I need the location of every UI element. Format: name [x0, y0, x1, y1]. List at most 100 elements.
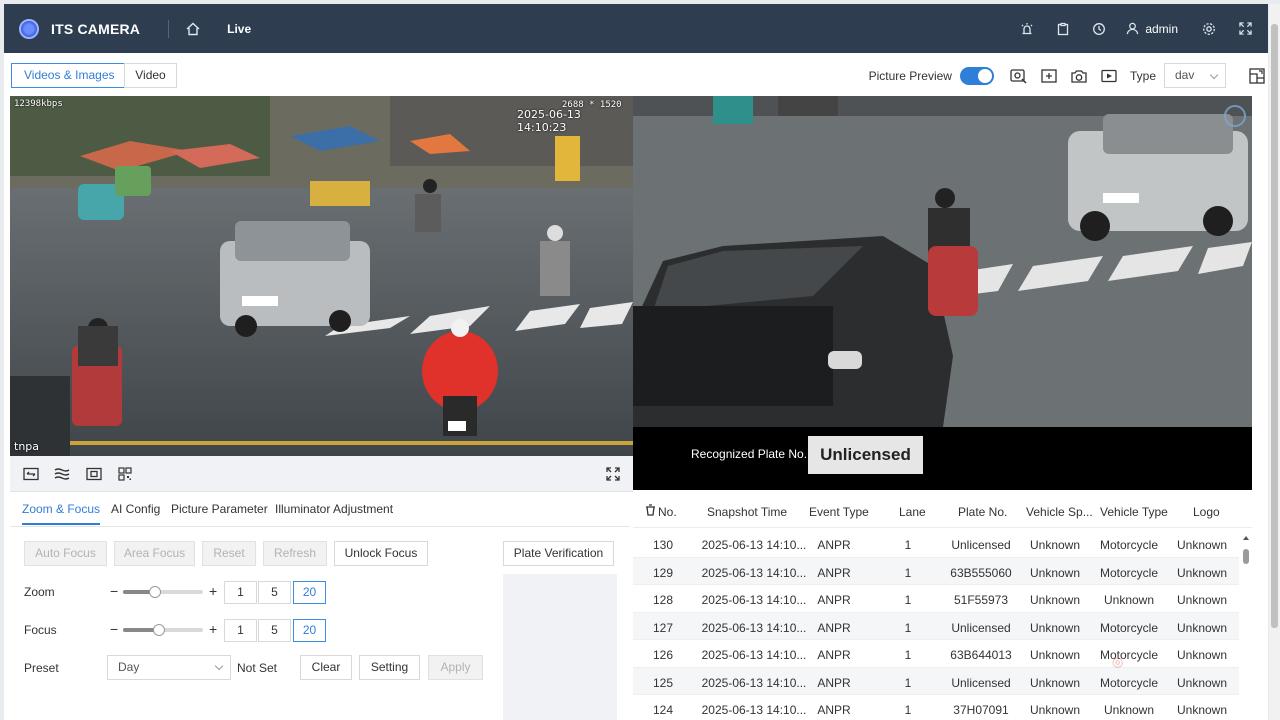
stream-switch-icon[interactable] [22, 466, 40, 482]
cell-plate-no: 63B555060 [950, 565, 1012, 580]
tab-videos-images[interactable]: Videos & Images [11, 63, 128, 88]
zoom-step-20[interactable]: 20 [293, 581, 326, 604]
picture-preview-label: Picture Preview [868, 68, 952, 83]
cell-vehicle-speed: Unknown [1029, 703, 1081, 717]
green-car [115, 166, 151, 196]
col-lane[interactable]: Lane [899, 505, 926, 519]
tab-ai-config[interactable]: AI Config [111, 502, 160, 516]
picture-preview-toggle[interactable] [959, 66, 994, 85]
tab-picture-parameter[interactable]: Picture Parameter [171, 502, 268, 516]
scroll-up-arrow-icon[interactable] [1242, 534, 1250, 542]
unlock-focus-button[interactable]: Unlock Focus [334, 541, 428, 566]
table-row[interactable]: 129 2025-06-13 14:10... ANPR 1 63B555060 Unkn… [633, 557, 1239, 585]
focus-slider-knob[interactable] [153, 624, 165, 636]
type-select[interactable]: dav [1164, 63, 1226, 88]
header-actions: admin [1018, 4, 1268, 53]
tab-zoom-focus[interactable]: Zoom & Focus [22, 502, 101, 525]
cell-snapshot-time: 2025-06-13 14:10... [701, 675, 807, 690]
username: admin [1145, 21, 1178, 36]
col-plate-no[interactable]: Plate No. [958, 505, 1007, 519]
zoom-plus-button[interactable]: + [209, 583, 217, 599]
plate-verification-button[interactable]: Plate Verification [503, 541, 614, 566]
cell-vehicle-speed: Unknown [1029, 565, 1081, 580]
apply-button[interactable]: Apply [428, 655, 483, 680]
reset-button[interactable]: Reset [202, 541, 256, 566]
cell-vehicle-type: Motorcycle [1099, 538, 1159, 552]
tab-video[interactable]: Video [124, 63, 177, 88]
col-event-type[interactable]: Event Type [809, 505, 869, 519]
qr-code-icon[interactable] [116, 466, 134, 482]
col-vehicle-speed[interactable]: Vehicle Sp... [1026, 505, 1093, 519]
cell-no: 124 [652, 703, 674, 717]
table-row[interactable]: 127 2025-06-13 14:10... ANPR 1 Unlicensed Unk… [633, 612, 1239, 640]
snapshot-icon[interactable] [1070, 67, 1088, 85]
area-focus-button[interactable]: Area Focus [114, 541, 195, 566]
focus-step-5[interactable]: 5 [258, 619, 291, 642]
live-toolbar: Videos & Images Video Picture Preview Ty… [4, 53, 1268, 96]
snapshot-preview[interactable] [633, 96, 1252, 427]
layout-icon[interactable] [1248, 67, 1266, 85]
refresh-button[interactable]: Refresh [263, 541, 327, 566]
auto-focus-button[interactable]: Auto Focus [24, 541, 107, 566]
col-logo[interactable]: Logo [1193, 505, 1220, 519]
snapshot-records-table: No. Snapshot Time Event Type Lane Plate … [633, 490, 1252, 720]
table-row[interactable]: 124 2025-06-13 14:10... ANPR 1 37H07091 Unkno… [633, 695, 1239, 720]
preset-select[interactable]: Day [107, 655, 231, 680]
video-timestamp: 2025-06-13 14:10:23 [517, 108, 581, 134]
app-window: ITS CAMERA Live admin Videos & Images Vi… [4, 4, 1268, 720]
table-row[interactable]: 126 2025-06-13 14:10... ANPR 1 63B644013 Unkn… [633, 640, 1239, 668]
col-vehicle-type[interactable]: Vehicle Type [1100, 505, 1168, 519]
focus-plus-button[interactable]: + [209, 621, 217, 637]
zoom-step-5[interactable]: 5 [258, 581, 291, 604]
expand-video-icon[interactable] [604, 466, 622, 482]
alarm-icon[interactable] [1018, 20, 1036, 38]
cell-vehicle-speed: Unknown [1029, 675, 1081, 690]
zoom-slider[interactable] [123, 586, 203, 598]
page-scroll-thumb[interactable] [1271, 24, 1278, 628]
zoom-step-1[interactable]: 1 [224, 581, 257, 604]
gear-icon[interactable] [1200, 20, 1218, 38]
user-icon [1127, 22, 1139, 35]
cell-snapshot-time: 2025-06-13 14:10... [701, 620, 807, 635]
digital-zoom-icon[interactable] [85, 466, 103, 482]
defog-icon[interactable] [53, 466, 71, 482]
header-divider [168, 19, 170, 38]
table-row[interactable]: 128 2025-06-13 14:10... ANPR 1 51F55973 Unkno… [633, 585, 1239, 613]
table-scrollbar[interactable] [1242, 531, 1250, 720]
region-icon[interactable] [1040, 67, 1058, 85]
nav-live[interactable]: Live [227, 22, 251, 36]
live-video-overview[interactable]: 12398kbps 2688 * 1520 2025-06-13 14:10:2… [10, 96, 633, 456]
cell-snapshot-time: 2025-06-13 14:10... [701, 593, 807, 607]
table-row[interactable]: 130 2025-06-13 14:10... ANPR 1 Unlicensed Unk… [633, 530, 1239, 558]
image-search-icon[interactable] [1010, 67, 1028, 85]
logo-watermark: ◎ [1112, 654, 1126, 669]
trash-icon[interactable] [645, 504, 656, 516]
zoom-slider-knob[interactable] [149, 586, 161, 598]
fullscreen-icon[interactable] [1236, 20, 1254, 38]
focus-slider[interactable] [123, 624, 203, 636]
clipboard-icon[interactable] [1054, 20, 1072, 38]
focus-minus-button[interactable]: − [110, 621, 118, 637]
focus-step-1[interactable]: 1 [224, 619, 257, 642]
snapshot-image [633, 96, 1252, 427]
tab-illuminator-adjustment[interactable]: Illuminator Adjustment [275, 502, 393, 516]
table-row[interactable]: 125 2025-06-13 14:10... ANPR 1 Unlicensed Unk… [633, 667, 1239, 695]
zoom-minus-button[interactable]: − [110, 583, 118, 599]
record-icon[interactable] [1100, 67, 1118, 85]
setting-button[interactable]: Setting [359, 655, 420, 680]
cell-logo: Unknown [1176, 593, 1228, 607]
clock-refresh-icon[interactable] [1090, 20, 1108, 38]
col-no[interactable]: No. [658, 505, 677, 519]
cell-no: 127 [652, 620, 674, 635]
cell-logo: Unknown [1176, 648, 1228, 662]
home-icon[interactable] [185, 21, 201, 37]
table-scroll-thumb[interactable] [1243, 549, 1249, 564]
page-scrollbar[interactable] [1269, 4, 1280, 720]
cell-event-type: ANPR [817, 675, 851, 690]
col-snapshot-time[interactable]: Snapshot Time [707, 505, 787, 519]
cell-vehicle-speed: Unknown [1029, 538, 1081, 552]
clear-button[interactable]: Clear [300, 655, 352, 680]
user-menu[interactable]: admin [1126, 22, 1178, 36]
focus-step-20[interactable]: 20 [293, 619, 326, 642]
cell-lane: 1 [904, 620, 912, 635]
